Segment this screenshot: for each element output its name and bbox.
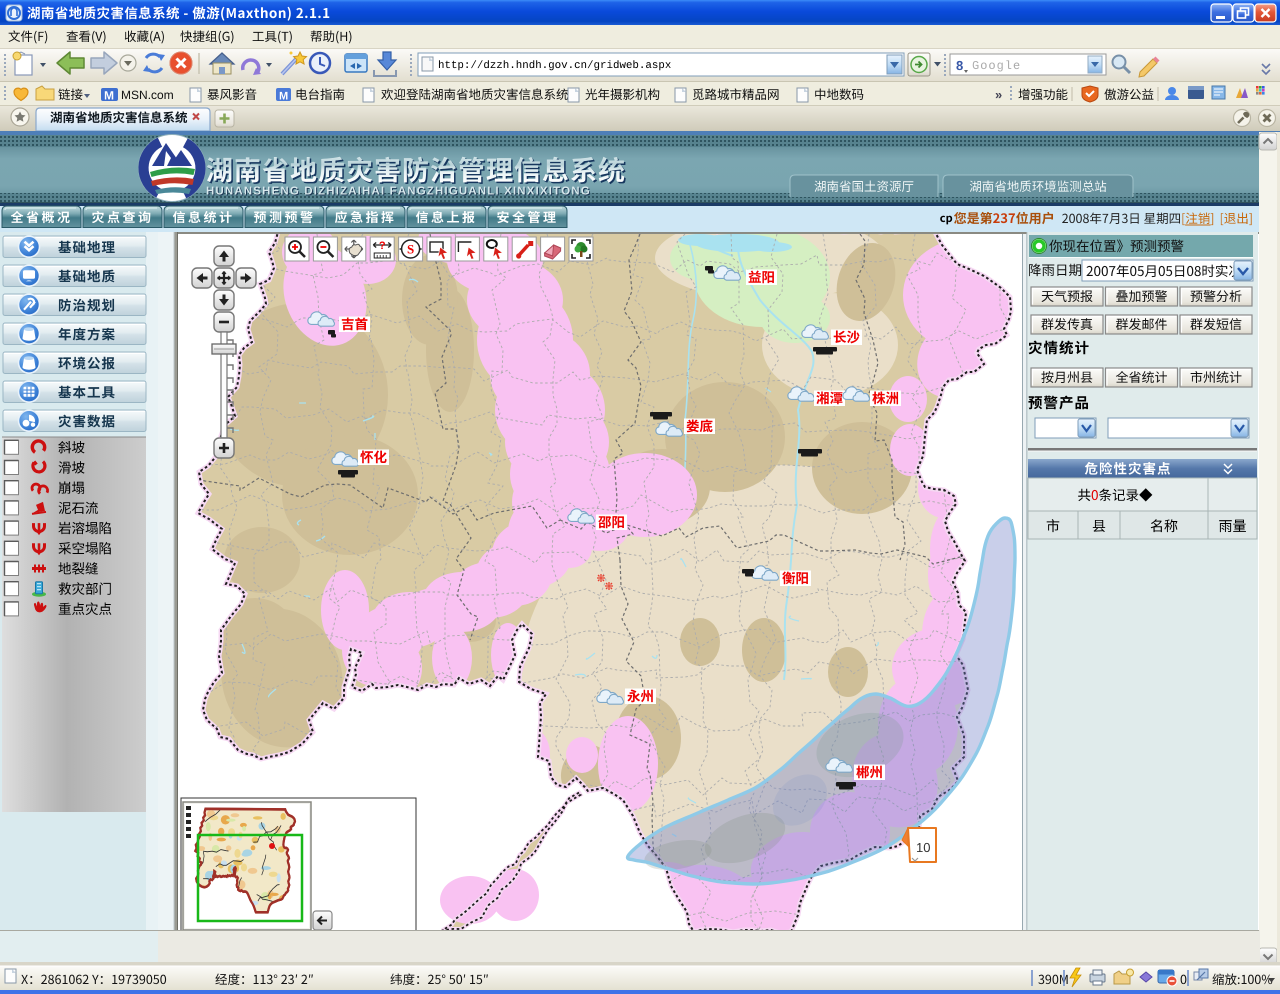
svg-text:S: S	[407, 242, 414, 257]
svg-text:?: ?	[379, 240, 386, 252]
